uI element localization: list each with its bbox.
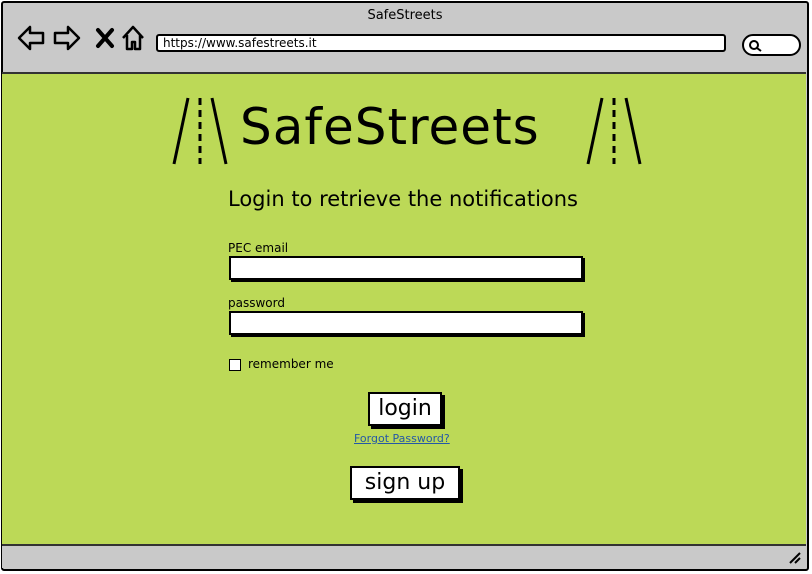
brand-logo: SafeStreets (170, 96, 650, 168)
road-left-icon (172, 97, 228, 165)
login-button[interactable]: login (368, 392, 442, 426)
back-icon[interactable] (17, 25, 45, 51)
email-input[interactable] (231, 258, 581, 279)
login-heading: Login to retrieve the notifications (228, 187, 578, 211)
forward-icon[interactable] (53, 25, 81, 51)
password-input[interactable] (231, 313, 581, 334)
remember-label: remember me (248, 357, 334, 371)
page-content: SafeStreets Login to retrieve the notifi… (2, 72, 806, 546)
password-label: password (228, 296, 285, 310)
address-bar[interactable]: https://www.safestreets.it (156, 34, 726, 52)
email-field[interactable] (229, 256, 583, 280)
search-icon (749, 40, 762, 52)
browser-search-field[interactable] (742, 34, 801, 56)
password-field[interactable] (229, 311, 583, 335)
brand-name: SafeStreets (240, 98, 540, 156)
remember-checkbox[interactable] (229, 359, 241, 371)
forgot-password-link[interactable]: Forgot Password? (354, 432, 450, 445)
home-icon[interactable] (121, 25, 145, 51)
status-bar (2, 546, 806, 568)
email-label: PEC email (228, 241, 289, 255)
window-title: SafeStreets (367, 8, 443, 23)
close-icon[interactable] (95, 27, 115, 49)
road-right-icon (586, 97, 642, 165)
signup-button[interactable]: sign up (350, 466, 460, 500)
resize-grip-icon[interactable] (788, 551, 802, 565)
